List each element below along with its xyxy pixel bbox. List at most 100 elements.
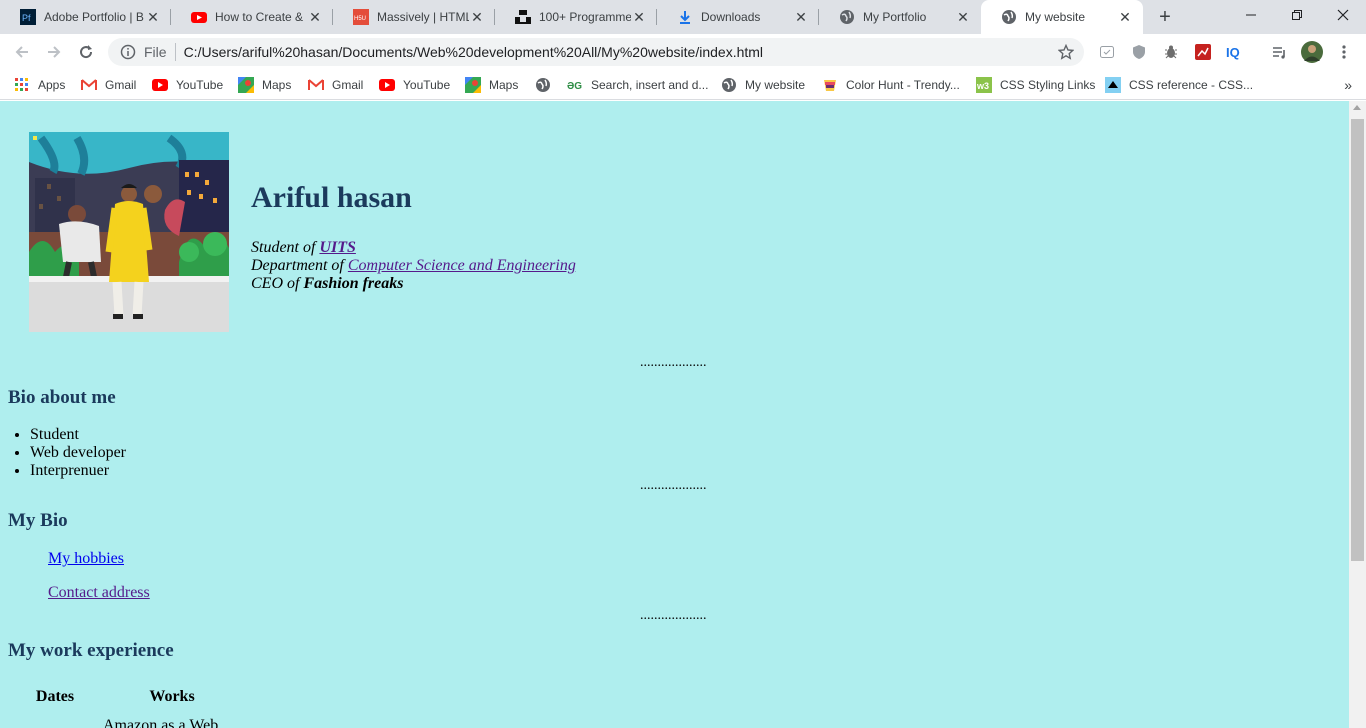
new-tab-button[interactable]: +	[1153, 5, 1177, 29]
minimize-button[interactable]	[1228, 0, 1274, 30]
extension-reader-icon[interactable]	[1097, 42, 1117, 62]
info-icon[interactable]	[120, 44, 136, 60]
scroll-up-arrow-icon[interactable]	[1353, 105, 1361, 110]
svg-text:H5U: H5U	[354, 16, 366, 22]
forward-button[interactable]	[40, 38, 68, 66]
html5up-icon: H5U	[353, 9, 369, 25]
bookmark-youtube-2[interactable]: YouTube	[379, 76, 450, 94]
bookmark-label: CSS Styling Links	[1000, 78, 1096, 92]
tab-title: Massively | HTML5	[377, 10, 469, 24]
close-icon	[1337, 9, 1349, 21]
ceo-line: CEO of Fashion freaks	[251, 275, 576, 293]
bookmark-gmail-2[interactable]: Gmail	[308, 76, 363, 94]
close-icon[interactable]: ✕	[145, 9, 161, 25]
reload-button[interactable]	[72, 38, 100, 66]
tab-youtube[interactable]: How to Create & H ✕	[171, 0, 333, 34]
close-icon[interactable]: ✕	[469, 9, 485, 25]
tab-title: Downloads	[701, 10, 761, 24]
tab-title: My Portfolio	[863, 10, 927, 24]
restore-button[interactable]	[1274, 0, 1320, 30]
minimize-icon	[1246, 14, 1256, 16]
bookmark-my-website[interactable]: My website	[721, 76, 805, 94]
bookmark-color-hunt[interactable]: Color Hunt - Trendy...	[822, 76, 960, 94]
list-item: Student	[30, 426, 126, 444]
reload-icon	[80, 45, 93, 59]
bookmark-gmail[interactable]: Gmail	[81, 76, 136, 94]
close-icon[interactable]: ✕	[793, 9, 809, 25]
bookmark-css-styling-links[interactable]: w3 CSS Styling Links	[976, 76, 1095, 94]
avatar[interactable]	[1301, 41, 1323, 63]
tab-my-website[interactable]: My website ✕	[981, 0, 1143, 34]
bookmark-maps-2[interactable]: Maps	[465, 76, 518, 94]
svg-text:w3: w3	[976, 81, 989, 91]
globe-icon	[839, 9, 855, 25]
bookmark-star-icon[interactable]	[1056, 42, 1076, 62]
tab-title: Adobe Portfolio | B	[44, 10, 144, 24]
hobbies-link[interactable]: My hobbies	[48, 550, 124, 568]
bookmark-css-reference[interactable]: CSS reference - CSS...	[1105, 76, 1253, 94]
list-item: Interprenuer	[30, 462, 126, 480]
iq-extension-icon[interactable]: IQ	[1225, 42, 1245, 62]
close-icon[interactable]: ✕	[631, 9, 647, 25]
bookmark-apps[interactable]: Apps	[14, 76, 65, 94]
address-bar[interactable]: File C:/Users/ariful%20hasan/Documents/W…	[108, 38, 1084, 66]
bookmark-label: Gmail	[105, 78, 137, 92]
scrollbar-thumb[interactable]	[1351, 119, 1364, 561]
bookmark-label: YouTube	[403, 78, 451, 92]
menu-kebab-icon[interactable]	[1334, 42, 1354, 62]
restore-icon	[1292, 10, 1302, 20]
tab-strip: Pf Adobe Portfolio | B ✕ How to Create &…	[0, 0, 1366, 34]
bug-icon[interactable]	[1161, 42, 1181, 62]
uits-link[interactable]: UITS	[319, 239, 355, 256]
url-text[interactable]: C:/Users/ariful%20hasan/Documents/Web%20…	[184, 44, 1056, 60]
tab-title: How to Create & H	[215, 10, 307, 24]
chart-extension-icon[interactable]	[1193, 42, 1213, 62]
bookmark-youtube[interactable]: YouTube	[152, 76, 223, 94]
tab-adobe-portfolio[interactable]: Pf Adobe Portfolio | B ✕	[0, 0, 171, 34]
bookmark-globe[interactable]	[535, 76, 559, 94]
tab-my-portfolio[interactable]: My Portfolio ✕	[819, 0, 981, 34]
download-icon	[677, 9, 693, 25]
close-icon[interactable]: ✕	[307, 9, 323, 25]
bookmark-label: CSS reference - CSS...	[1129, 78, 1254, 92]
youtube-icon	[379, 77, 395, 93]
tab-unsplash[interactable]: 100+ Programmer ✕	[495, 0, 657, 34]
gfg-icon: ƏG	[567, 77, 583, 93]
bookmark-label: Apps	[38, 78, 66, 92]
back-button[interactable]	[8, 38, 36, 66]
bookmark-label: YouTube	[176, 78, 224, 92]
company-name: Fashion freaks	[303, 275, 404, 292]
ceo-prefix: CEO of	[251, 275, 304, 292]
bookmark-gfg[interactable]: ƏG Search, insert and d...	[567, 76, 708, 94]
tab-massively[interactable]: H5U Massively | HTML5 ✕	[333, 0, 495, 34]
svg-text:IQ: IQ	[1226, 45, 1240, 60]
list-item: Web developer	[30, 444, 126, 462]
globe-icon	[1001, 9, 1017, 25]
file-scheme-label: File	[144, 44, 167, 60]
dotted-separator: ...................	[640, 355, 707, 370]
close-icon[interactable]: ✕	[955, 9, 971, 25]
globe-icon	[721, 77, 737, 93]
more-bookmarks-chevron-icon[interactable]: »	[1344, 77, 1352, 93]
cse-link[interactable]: Computer Science and Engineering	[348, 257, 576, 274]
apps-grid-icon	[14, 77, 30, 93]
youtube-icon	[152, 77, 168, 93]
adobe-portfolio-icon: Pf	[20, 9, 36, 25]
vertical-scrollbar[interactable]	[1349, 101, 1366, 728]
contact-address-link[interactable]: Contact address	[48, 584, 150, 602]
mdn-icon	[1105, 77, 1121, 93]
tab-downloads[interactable]: Downloads ✕	[657, 0, 819, 34]
bookmarks-bar: Apps Gmail YouTube Maps Gmail YouTube Ma…	[0, 70, 1366, 100]
youtube-icon	[191, 9, 207, 25]
color-hunt-icon	[822, 77, 838, 93]
close-icon[interactable]: ✕	[1117, 9, 1133, 25]
bookmark-maps[interactable]: Maps	[238, 76, 291, 94]
media-control-icon[interactable]	[1269, 42, 1289, 62]
work-experience-heading: My work experience	[8, 640, 174, 661]
shield-icon[interactable]	[1129, 42, 1149, 62]
tab-title: My website	[1025, 10, 1086, 24]
unsplash-icon	[515, 9, 531, 25]
bio-list: Student Web developer Interprenuer	[8, 426, 126, 480]
close-window-button[interactable]	[1320, 0, 1366, 30]
svg-text:Pf: Pf	[22, 13, 31, 23]
